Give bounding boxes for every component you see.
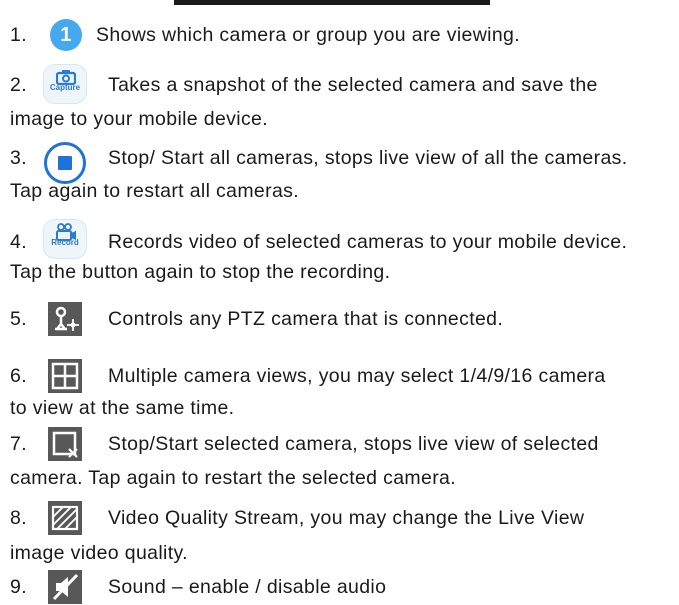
number-one-badge-icon: 1 — [50, 19, 82, 51]
item-description: Stop/Start selected camera, stops live v… — [108, 433, 599, 455]
item-description: Shows which camera or group you are view… — [96, 24, 521, 46]
list-item: 4. Record Records video of selected came… — [10, 219, 679, 259]
item-description: Records video of selected cameras to you… — [108, 231, 628, 253]
item-number: 3. — [10, 147, 27, 169]
multi-view-grid-icon — [48, 359, 82, 393]
item-number: 9. — [10, 576, 27, 598]
stop-square — [58, 156, 72, 170]
sound-mute-icon — [48, 570, 82, 604]
list-item: 7. Stop/Start selected camera, stops liv… — [10, 427, 670, 461]
item-description: Video Quality Stream, you may change the… — [108, 507, 585, 529]
list-item: 9. Sound – enable / disable audio — [10, 570, 670, 604]
item-number: 6. — [10, 365, 27, 387]
list-item: 3. Stop/ Start all cameras, stops live v… — [10, 142, 670, 184]
list-item: 1. 1 Shows which camera or group you are… — [10, 19, 670, 51]
list-item: 5. Controls any PTZ camera that is conne… — [10, 302, 670, 336]
item-continuation: image video quality. — [10, 542, 188, 564]
list-item: 6. Multiple camera views, you may select… — [10, 359, 670, 393]
item-number: 1. — [10, 24, 27, 46]
item-number: 8. — [10, 507, 27, 529]
item-continuation: Tap the button again to stop the recordi… — [10, 261, 391, 283]
item-continuation: image to your mobile device. — [10, 108, 269, 130]
list-item: 2. Capture Takes a snapshot of the selec… — [10, 64, 670, 104]
icon-label: Record — [51, 238, 79, 247]
stop-selected-camera-icon — [48, 427, 82, 461]
item-description: Stop/ Start all cameras, stops live view… — [108, 147, 628, 169]
capture-camera-icon: Capture — [43, 64, 87, 104]
item-description: Multiple camera views, you may select 1/… — [108, 365, 606, 387]
item-description: Sound – enable / disable audio — [108, 576, 387, 598]
top-bar — [174, 0, 490, 5]
badge-text: 1 — [60, 24, 72, 46]
ptz-control-icon — [48, 302, 82, 336]
item-number: 2. — [10, 74, 27, 96]
video-quality-icon — [48, 501, 82, 535]
item-number: 4. — [10, 231, 27, 253]
record-video-icon: Record — [43, 219, 87, 259]
item-description: Takes a snapshot of the selected camera … — [108, 74, 598, 96]
item-description: Controls any PTZ camera that is connecte… — [108, 308, 504, 330]
stop-all-icon — [44, 142, 86, 184]
icon-label: Capture — [49, 83, 81, 92]
item-continuation: to view at the same time. — [10, 397, 235, 419]
item-number: 5. — [10, 308, 27, 330]
item-continuation: Tap again to restart all cameras. — [10, 180, 300, 202]
item-continuation: camera. Tap again to restart the selecte… — [10, 467, 457, 489]
list-item: 8. Video Quality Stream, you may change … — [10, 501, 670, 535]
item-number: 7. — [10, 433, 27, 455]
